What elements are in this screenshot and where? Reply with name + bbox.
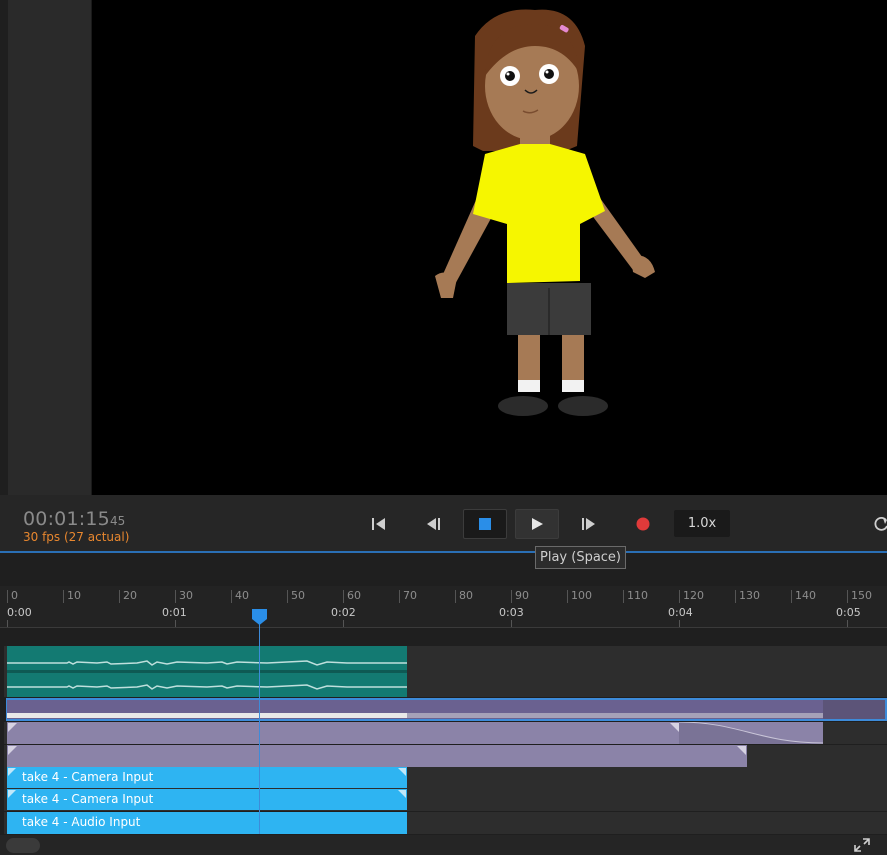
clip-end-handle[interactable] bbox=[398, 790, 406, 798]
timeline-scrollbar bbox=[0, 835, 887, 855]
scene-viewport[interactable] bbox=[92, 0, 887, 495]
frame-tick-label: 150 bbox=[847, 590, 872, 603]
take-clip-label: take 4 - Camera Input bbox=[22, 792, 154, 806]
scroll-thumb[interactable] bbox=[6, 838, 40, 853]
behavior-clip[interactable] bbox=[7, 722, 823, 744]
frame-tick-label: 120 bbox=[679, 590, 704, 603]
step-forward-button[interactable] bbox=[567, 509, 611, 539]
time-tick-label: 0:00 bbox=[7, 606, 32, 619]
waveform-separator bbox=[7, 670, 407, 673]
step-back-icon bbox=[427, 518, 440, 530]
frame-tick-label: 60 bbox=[343, 590, 361, 603]
fps-readout: 30 fps (27 actual) bbox=[23, 530, 130, 544]
frame-tick-label: 100 bbox=[567, 590, 592, 603]
frame-tick-label: 70 bbox=[399, 590, 417, 603]
behavior-clip[interactable] bbox=[7, 745, 747, 767]
record-icon bbox=[636, 517, 650, 531]
timeline-panel: 0 10 20 30 40 50 60 70 80 90 100 110 120… bbox=[0, 553, 887, 855]
step-forward-icon bbox=[582, 518, 595, 530]
frame-tick-label: 20 bbox=[119, 590, 137, 603]
ruler-divider bbox=[0, 627, 887, 628]
clip-fade-handle[interactable] bbox=[670, 723, 679, 732]
time-tick-label: 0:01 bbox=[162, 606, 187, 619]
waveform-top bbox=[7, 660, 407, 666]
go-to-start-button[interactable] bbox=[357, 509, 401, 539]
play-tooltip: Play (Space) bbox=[535, 546, 627, 569]
expand-icon[interactable] bbox=[853, 837, 871, 853]
frame-tick-label: 0 bbox=[7, 590, 18, 603]
playhead-handle[interactable] bbox=[252, 609, 267, 625]
step-back-button[interactable] bbox=[411, 509, 455, 539]
frame-tick-label: 90 bbox=[511, 590, 529, 603]
frame-number: 45 bbox=[110, 514, 126, 528]
go-to-start-icon bbox=[372, 518, 385, 530]
clip-end-handle[interactable] bbox=[737, 746, 746, 755]
clip-end-handle[interactable] bbox=[398, 768, 406, 776]
take-clip-camera-2[interactable]: take 4 - Camera Input bbox=[7, 789, 407, 810]
transport-bar: 00:01:15 45 30 fps (27 actual) 1.0x bbox=[0, 495, 887, 552]
left-panel bbox=[0, 0, 92, 495]
clip-start-handle[interactable] bbox=[8, 790, 16, 798]
take-clip-label: take 4 - Camera Input bbox=[22, 770, 154, 784]
frame-tick-label: 130 bbox=[735, 590, 760, 603]
frame-tick-label: 30 bbox=[175, 590, 193, 603]
puppet-character bbox=[435, 9, 655, 416]
time-tick-label: 0:02 bbox=[331, 606, 356, 619]
frame-tick-label: 80 bbox=[455, 590, 473, 603]
character-animator-window: 00:01:15 45 30 fps (27 actual) 1.0x Play… bbox=[0, 0, 887, 855]
stop-icon bbox=[479, 518, 491, 530]
take-clip-label: take 4 - Audio Input bbox=[22, 815, 141, 829]
playback-speed[interactable]: 1.0x bbox=[674, 510, 730, 537]
take-clip-audio[interactable]: take 4 - Audio Input bbox=[7, 812, 407, 834]
playhead-line bbox=[259, 621, 260, 834]
clip-start-handle[interactable] bbox=[8, 746, 17, 755]
frame-tick-label: 10 bbox=[63, 590, 81, 603]
play-icon bbox=[532, 518, 543, 530]
timecode-display: 00:01:15 bbox=[23, 508, 110, 530]
time-tick-label: 0:03 bbox=[499, 606, 524, 619]
refresh-icon[interactable] bbox=[874, 516, 887, 532]
puppet-clip[interactable] bbox=[7, 700, 823, 719]
left-panel-strip bbox=[0, 0, 8, 495]
audio-waveform-clip[interactable] bbox=[7, 646, 407, 697]
frame-tick-label: 140 bbox=[791, 590, 816, 603]
time-ruler[interactable]: 0 10 20 30 40 50 60 70 80 90 100 110 120… bbox=[0, 586, 887, 628]
record-button[interactable] bbox=[621, 509, 665, 539]
unrecorded-range-bar bbox=[407, 713, 823, 718]
clip-start-handle[interactable] bbox=[8, 768, 16, 776]
time-tick-label: 0:05 bbox=[836, 606, 861, 619]
stop-button[interactable] bbox=[463, 509, 507, 539]
fade-out-curve bbox=[679, 722, 823, 744]
frame-tick-label: 40 bbox=[231, 590, 249, 603]
frame-tick-label: 50 bbox=[287, 590, 305, 603]
recorded-range-bar bbox=[7, 713, 407, 718]
waveform-bottom bbox=[7, 684, 407, 690]
clip-start-handle[interactable] bbox=[8, 723, 17, 732]
time-tick-label: 0:04 bbox=[668, 606, 693, 619]
take-clip-camera-1[interactable]: take 4 - Camera Input bbox=[7, 767, 407, 788]
play-button[interactable] bbox=[515, 509, 559, 539]
frame-tick-label: 110 bbox=[623, 590, 648, 603]
